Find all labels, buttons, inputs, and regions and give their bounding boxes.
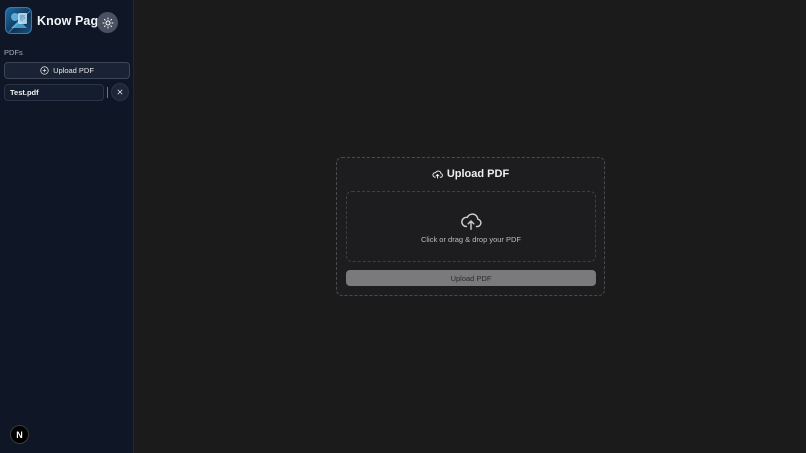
sidebar-upload-button[interactable]: Upload PDF [4,62,130,79]
divider [107,86,108,98]
close-icon [116,88,124,96]
main-content: Upload PDF Click or drag & drop your PDF… [134,0,806,453]
plus-circle-icon [40,66,49,75]
pdf-dropzone[interactable]: Click or drag & drop your PDF [346,191,596,262]
upload-card: Upload PDF Click or drag & drop your PDF… [336,157,605,296]
remove-file-button[interactable] [111,83,129,101]
theme-toggle-button[interactable] [97,12,118,33]
nextjs-dev-badge[interactable]: N [10,425,29,444]
app-root: Know Page PDFs Upload PDF Test.pdf N Upl… [0,0,806,453]
upload-pdf-submit-label: Upload PDF [450,273,492,283]
app-title: Know Page [37,13,106,28]
sun-icon [102,17,114,29]
upload-card-title: Upload PDF [337,168,604,180]
cloud-upload-large-icon [460,210,482,232]
nextjs-badge-letter: N [16,429,23,440]
brand[interactable]: Know Page [5,7,105,34]
upload-pdf-submit-button[interactable]: Upload PDF [346,270,596,286]
file-name: Test.pdf [10,87,39,97]
sidebar: Know Page PDFs Upload PDF Test.pdf N [0,0,134,453]
cloud-upload-icon [432,169,443,180]
app-logo-icon [5,7,32,34]
pdfs-section-label: PDFs [4,48,23,57]
upload-card-title-text: Upload PDF [446,168,510,180]
file-item-test-pdf[interactable]: Test.pdf [4,83,104,101]
sidebar-upload-label: Upload PDF [53,66,94,75]
file-list-item: Test.pdf [4,83,129,101]
dropzone-instructions: Click or drag & drop your PDF [420,234,522,244]
